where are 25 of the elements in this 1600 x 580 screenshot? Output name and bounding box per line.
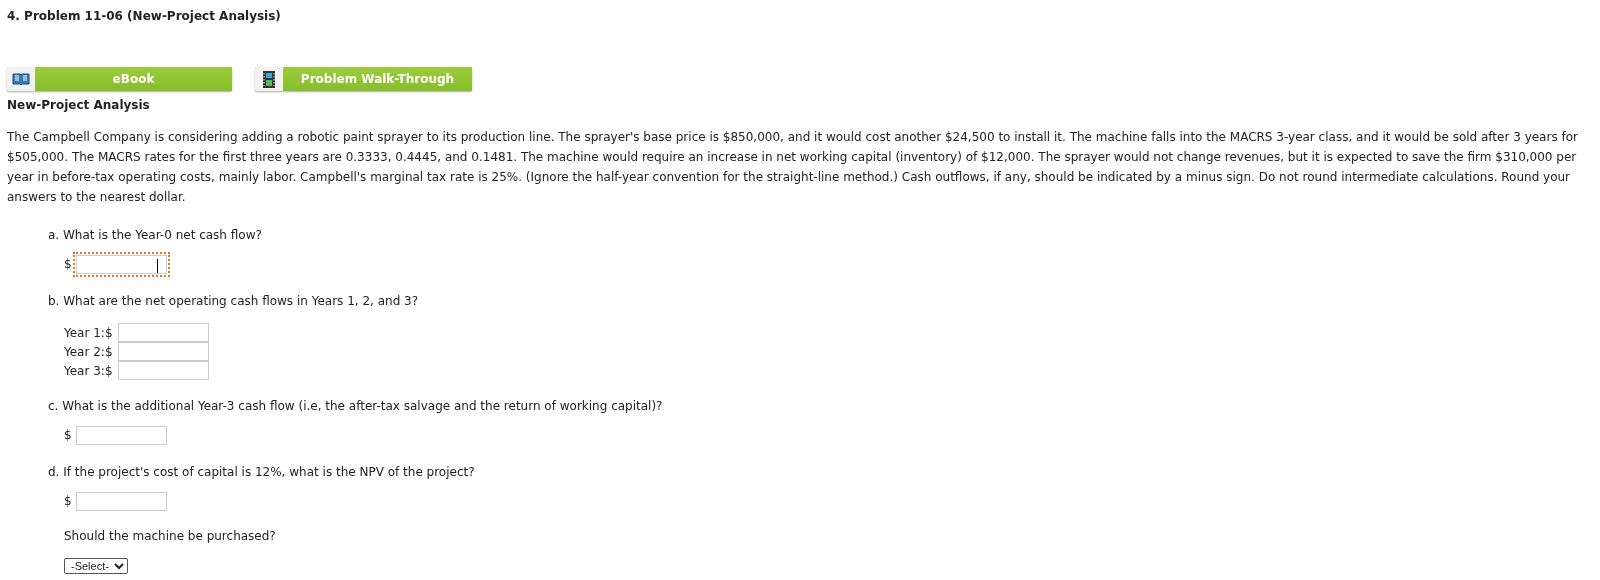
problem-paragraph: The Campbell Company is considering adding a robotic paint sprayer to its production line. The sprayer's base price is $850,000, and it would cost another $24,500 to install it. The machine falls into the MACRS 3-year class, and it would be sold after 3 years for $505,000. The MACRS rates for the first three years are 0.3333, 0.4445, and 0.1481. The machine would require an increase in net working capital (inventory) of $12,000. The sprayer would not change revenues, but it is expected to save the firm $310,000 per year in before-tax operating costs, mainly labor. Campbell's marginal tax rate is 25%. (Ignore the half-year convention for the straight-line method.) Cash outflows, if any, should be indicated by a minus sign. Do not round intermediate calculations. Round your answers to the nearest dollar. bbox=[7, 129, 1579, 206]
answer-dropdown[interactable]: -Select- bbox=[64, 558, 128, 574]
answer-field[interactable] bbox=[117, 342, 209, 361]
question-text: b. What are the net operating cash flows in Years 1, 2, and 3? bbox=[48, 293, 419, 309]
answer-field[interactable] bbox=[75, 491, 167, 511]
answer-label: Year 2:$ bbox=[64, 343, 113, 360]
question-text: d. If the project's cost of capital is 12%, what is the NPV of the project? bbox=[48, 464, 475, 480]
resource-button[interactable]: eBook bbox=[7, 67, 232, 91]
answer-label: Year 1:$ bbox=[64, 324, 113, 341]
problem-title: 4. Problem 11-06 (New-Project Analysis) bbox=[7, 8, 281, 24]
question-text: Should the machine be purchased? bbox=[64, 528, 276, 544]
question-text: a. What is the Year-0 net cash flow? bbox=[48, 227, 262, 243]
currency-label: $ bbox=[64, 256, 72, 272]
answer-field[interactable] bbox=[117, 323, 209, 342]
section-heading: New-Project Analysis bbox=[7, 97, 150, 113]
answer-field[interactable] bbox=[75, 425, 167, 445]
question-text: c. What is the additional Year-3 cash flow (i.e, the after-tax salvage and the return of working capital)? bbox=[48, 398, 663, 414]
answer-field[interactable] bbox=[72, 251, 170, 277]
currency-label: $ bbox=[64, 493, 72, 509]
book-icon bbox=[12, 72, 30, 86]
currency-label: $ bbox=[64, 427, 72, 443]
answer-label: Year 3:$ bbox=[64, 362, 113, 379]
resource-button[interactable]: Problem Walk-Through bbox=[255, 67, 472, 91]
answer-field[interactable] bbox=[117, 361, 209, 380]
film-strip-icon bbox=[263, 70, 275, 88]
